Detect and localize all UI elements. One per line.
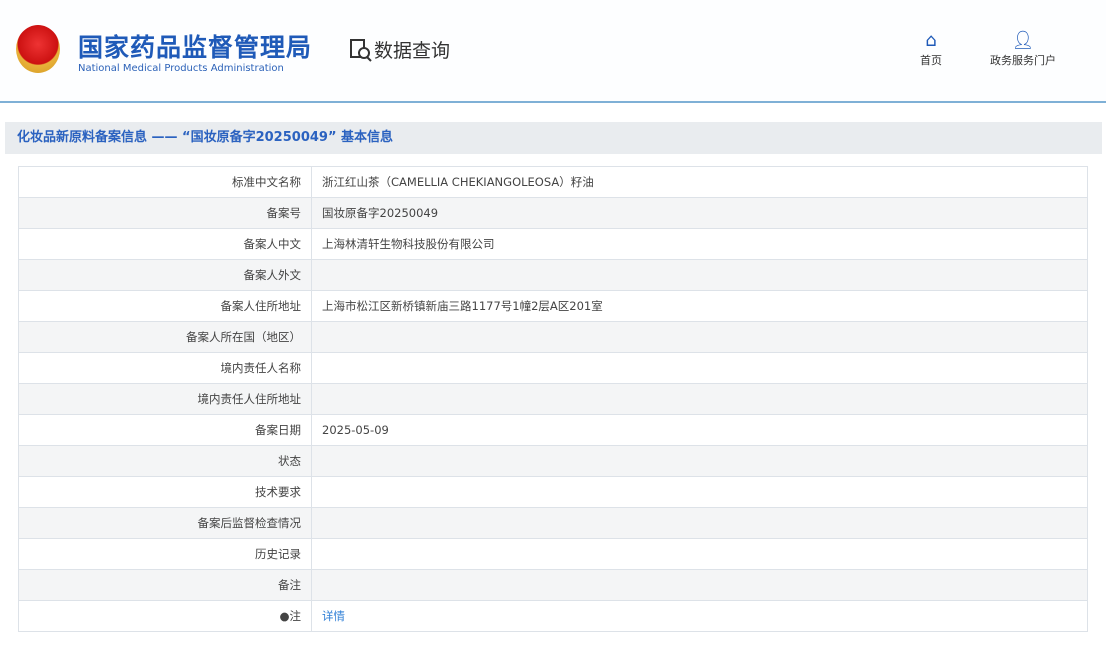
table-row: 备案人中文 上海林清轩生物科技股份有限公司 — [18, 228, 1088, 260]
field-value — [311, 507, 1088, 539]
field-label: 备注 — [18, 569, 312, 601]
org-name-en: National Medical Products Administration — [78, 63, 284, 74]
field-label: 备案人中文 — [18, 228, 312, 260]
field-label: 备案号 — [18, 197, 312, 229]
info-table: 标准中文名称 浙江红山茶（CAMELLIA CHEKIANGOLEOSA）籽油 备案… — [18, 166, 1088, 632]
field-label: 备案人住所地址 — [18, 290, 312, 322]
document-search-icon — [350, 38, 372, 62]
home-icon: ⌂ — [925, 30, 937, 51]
field-value — [311, 538, 1088, 570]
table-row: 历史记录 — [18, 538, 1088, 570]
field-label: 备案人外文 — [18, 259, 312, 291]
field-label: 备案人所在国（地区） — [18, 321, 312, 353]
field-value — [311, 383, 1088, 415]
data-query-link[interactable]: 数据查询 — [350, 36, 450, 63]
user-icon: 👤︎ — [1011, 30, 1035, 51]
field-label: ●注 — [18, 600, 312, 632]
nav-home[interactable]: ⌂ 首页 — [920, 30, 942, 68]
national-emblem-logo — [16, 25, 60, 73]
table-row: 备案人外文 — [18, 259, 1088, 291]
field-label: 境内责任人名称 — [18, 352, 312, 384]
data-query-label: 数据查询 — [374, 40, 451, 62]
site-header: 国家药品监督管理局 National Medical Products Admi… — [0, 0, 1106, 103]
field-value — [311, 476, 1088, 508]
field-value — [311, 321, 1088, 353]
field-label: 备案日期 — [18, 414, 312, 446]
table-row: 境内责任人住所地址 — [18, 383, 1088, 415]
field-value: 2025-05-09 — [311, 414, 1088, 446]
table-row: 备案号 国妆原备字20250049 — [18, 197, 1088, 229]
table-row: 技术要求 — [18, 476, 1088, 508]
field-value: 详情 — [311, 600, 1088, 632]
field-value — [311, 445, 1088, 477]
field-label: 标准中文名称 — [18, 166, 312, 198]
table-row: ●注 详情 — [18, 600, 1088, 632]
field-label: 历史记录 — [18, 538, 312, 570]
org-name-cn: 国家药品监督管理局 — [78, 33, 313, 62]
nav-home-label: 首页 — [920, 54, 942, 67]
field-value — [311, 352, 1088, 384]
section-title: 化妆品新原料备案信息 —— “国妆原备字20250049” 基本信息 — [5, 122, 1102, 154]
field-label: 备案后监督检查情况 — [18, 507, 312, 539]
table-row: 状态 — [18, 445, 1088, 477]
table-row: 备案人住所地址 上海市松江区新桥镇新庙三路1177号1幢2层A区201室 — [18, 290, 1088, 322]
detail-link[interactable]: 详情 — [322, 609, 345, 623]
table-row: 标准中文名称 浙江红山茶（CAMELLIA CHEKIANGOLEOSA）籽油 — [18, 166, 1088, 198]
table-row: 备案日期 2025-05-09 — [18, 414, 1088, 446]
field-value — [311, 569, 1088, 601]
nav-service-portal[interactable]: 👤︎ 政务服务门户 — [990, 30, 1056, 68]
field-value: 国妆原备字20250049 — [311, 197, 1088, 229]
field-value: 浙江红山茶（CAMELLIA CHEKIANGOLEOSA）籽油 — [311, 166, 1088, 198]
field-value: 上海市松江区新桥镇新庙三路1177号1幢2层A区201室 — [311, 290, 1088, 322]
table-row: 备案人所在国（地区） — [18, 321, 1088, 353]
field-label: 境内责任人住所地址 — [18, 383, 312, 415]
nav-portal-label: 政务服务门户 — [990, 54, 1056, 67]
table-row: 境内责任人名称 — [18, 352, 1088, 384]
table-row: 备案后监督检查情况 — [18, 507, 1088, 539]
table-row: 备注 — [18, 569, 1088, 601]
field-value: 上海林清轩生物科技股份有限公司 — [311, 228, 1088, 260]
field-value — [311, 259, 1088, 291]
field-label: 状态 — [18, 445, 312, 477]
field-label: 技术要求 — [18, 476, 312, 508]
